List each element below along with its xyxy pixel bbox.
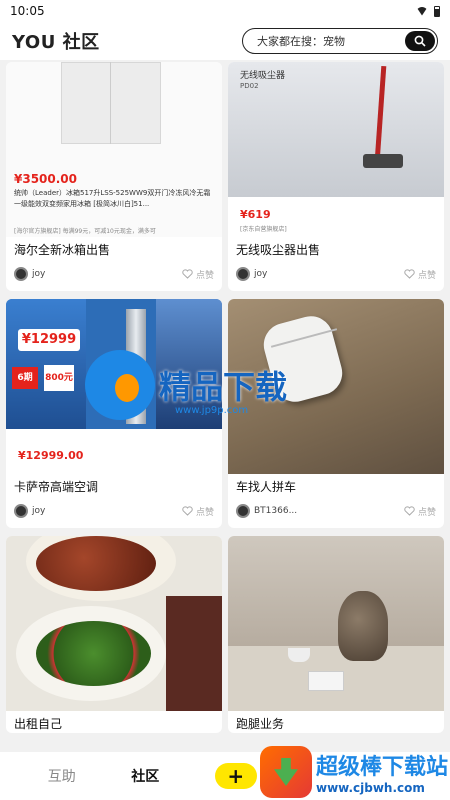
post-card[interactable]: ¥3500.00 统帅（Leader）冰箱517升LSS-525WW9双开门冷冻… <box>6 62 222 291</box>
battery-icon <box>434 5 440 17</box>
tab-mutual-help[interactable]: 互助 <box>48 766 76 786</box>
heart-icon <box>182 506 193 516</box>
watermark-corner-title: 超级棒下载站 <box>315 755 448 780</box>
search-button[interactable] <box>405 31 435 51</box>
post-meta: joy 点赞 <box>6 259 222 291</box>
post-meta: joy 点赞 <box>6 496 222 528</box>
post-image <box>228 536 444 711</box>
post-title: 出租自己 <box>14 717 63 731</box>
image-periods: 6期 <box>12 367 38 389</box>
watermark-logo-icon <box>85 350 155 420</box>
post-image <box>6 536 222 711</box>
heart-icon <box>182 269 193 279</box>
avatar <box>236 504 250 518</box>
post-author[interactable]: joy <box>14 504 45 518</box>
like-label: 点赞 <box>417 270 436 281</box>
post-title: 无线吸尘器出售 <box>236 243 321 257</box>
like-label: 点赞 <box>195 507 214 518</box>
search-bar[interactable]: 大家都在搜：宠物 <box>242 28 438 54</box>
post-card[interactable]: 跑腿业务 <box>228 536 444 733</box>
post-card[interactable]: 出租自己 <box>6 536 222 733</box>
status-icons <box>416 5 440 17</box>
image-price: ¥3500.00 <box>14 172 78 186</box>
watermark-corner-url: www.cjbwh.com <box>315 781 425 795</box>
like-button[interactable]: 点赞 <box>404 505 436 518</box>
post-title: 跑腿业务 <box>236 717 285 731</box>
post-card[interactable]: 无线吸尘器 PD02 ¥619 [京东自营旗舰店] 无线吸尘器出售 joy 点赞 <box>228 62 444 291</box>
like-button[interactable]: 点赞 <box>404 268 436 281</box>
header: YOU 社区 大家都在搜：宠物 <box>0 22 450 60</box>
like-label: 点赞 <box>417 507 436 518</box>
post-image: 无线吸尘器 PD02 ¥619 [京东自营旗舰店] <box>228 62 444 237</box>
tab-community[interactable]: 社区 <box>131 766 159 786</box>
watermark-url: www.jp9p.com <box>175 405 249 416</box>
post-title: 车找人拼车 <box>236 480 297 494</box>
search-placeholder: 大家都在搜：宠物 <box>257 35 345 48</box>
post-image: ¥3500.00 统帅（Leader）冰箱517升LSS-525WW9双开门冷冻… <box>6 62 222 237</box>
author-name: BT1366... <box>254 506 298 516</box>
image-description: 统帅（Leader）冰箱517升LSS-525WW9双开门冷冻风冷无霜一级能效双… <box>14 189 211 208</box>
post-meta: joy 点赞 <box>228 259 444 291</box>
fridge-graphic <box>61 62 161 144</box>
wifi-icon <box>416 6 428 16</box>
watermark-corner: 超级棒下载站 www.cjbwh.com <box>259 746 448 798</box>
heart-icon <box>404 269 415 279</box>
watermark-text: 精品下载 <box>159 368 288 406</box>
app-logo: YOU 社区 <box>12 32 100 53</box>
post-author[interactable]: joy <box>236 267 267 281</box>
image-subtext: [京东自营旗舰店] <box>240 226 287 233</box>
image-subheading: PD02 <box>240 82 259 90</box>
post-title: 海尔全新冰箱出售 <box>14 243 111 257</box>
post-title: 卡萨帝高端空调 <box>14 480 99 494</box>
post-author[interactable]: joy <box>14 267 45 281</box>
status-bar: 10:05 <box>0 0 450 22</box>
heart-icon <box>404 506 415 516</box>
author-name: joy <box>32 269 46 279</box>
avatar <box>236 267 250 281</box>
add-post-button[interactable]: + <box>214 763 257 789</box>
download-logo-icon <box>259 746 312 798</box>
like-button[interactable]: 点赞 <box>182 505 214 518</box>
image-price: ¥619 <box>240 208 271 221</box>
vase-graphic <box>338 591 388 661</box>
avatar <box>14 267 28 281</box>
image-heading: 无线吸尘器 <box>240 71 286 81</box>
author-name: joy <box>254 269 268 279</box>
author-name: joy <box>32 506 46 516</box>
like-button[interactable]: 点赞 <box>182 268 214 281</box>
image-badge: ¥12999 <box>18 329 80 351</box>
post-author[interactable]: BT1366... <box>236 504 297 518</box>
like-label: 点赞 <box>195 270 214 281</box>
post-meta: BT1366... 点赞 <box>228 496 444 528</box>
image-price: ¥12999.00 <box>18 449 84 462</box>
status-time: 10:05 <box>10 4 45 18</box>
avatar <box>14 504 28 518</box>
image-coupon: 800元 <box>44 365 74 391</box>
image-subtext: [海尔官方旗舰店] 每满99元，可减10元现金，满多可 <box>14 228 156 235</box>
search-icon <box>414 35 426 47</box>
